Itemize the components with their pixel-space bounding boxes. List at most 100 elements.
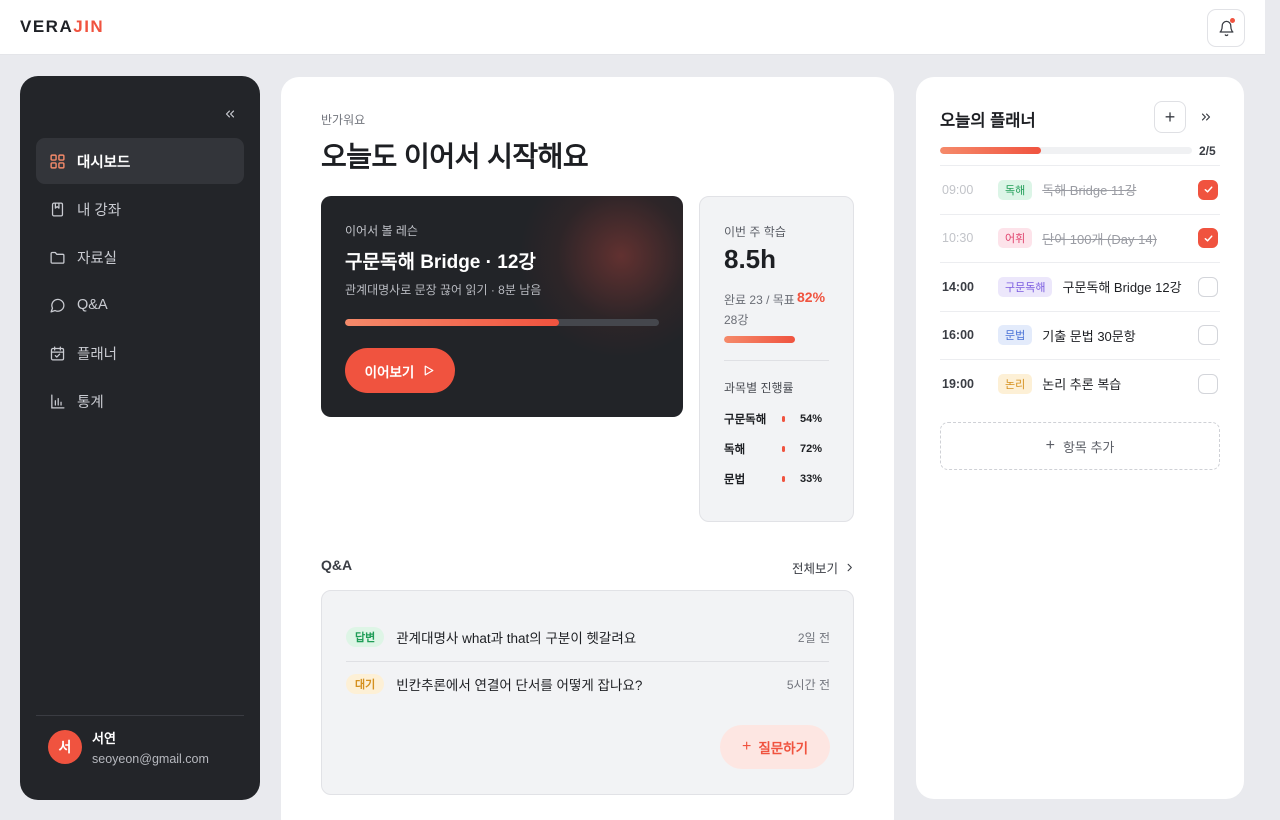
weekly-done-text: 완료 23 / 목표 28강 [724,293,795,327]
logo[interactable]: VERAJIN [20,17,104,37]
chevrons-right-icon [1201,113,1211,121]
collapse-sidebar-button[interactable] [222,106,238,122]
grid-icon [48,152,66,170]
sidebar-nav: 대시보드 내 강좌 자료실 Q&A 플래너 통계 [36,138,244,426]
sidebar-item-library[interactable]: 자료실 [36,234,244,280]
check-icon [1204,186,1212,193]
planner-time: 10:30 [942,231,974,246]
subject-row: 독해 72% [724,441,829,457]
subject-bar [782,446,785,452]
planner-item: 16:00 문법 기출 문법 30문항 [940,310,1220,360]
sidebar-item-planner[interactable]: 플래너 [36,330,244,376]
add-item-label: 항목 추가 [1062,439,1115,455]
subject-bar [782,416,785,422]
subject-row: 문법 33% [724,471,829,487]
planner-time: 19:00 [942,376,974,391]
sidebar-item-label: 플래너 [77,346,118,363]
subject-row: 구문독해 54% [724,411,829,427]
planner-item: 09:00 독해 독해 Bridge 11강 [940,165,1220,214]
profile-name: 서연 [92,731,116,746]
chat-bubble-icon [48,296,66,314]
user-profile[interactable]: 서 서연 seoyeon@gmail.com [48,728,209,766]
add-planner-item-button[interactable]: + 항목 추가 [940,422,1220,470]
calendar-check-icon [48,344,66,362]
subject-percent: 33% [800,473,823,485]
sidebar-item-my-courses[interactable]: 내 강좌 [36,186,244,232]
planner-checkbox[interactable] [1198,276,1218,297]
sidebar-item-stats[interactable]: 통계 [36,378,244,424]
qa-question: 관계대명사 what과 that의 구분이 헷갈려요 [396,631,637,646]
planner-checkbox[interactable] [1198,179,1218,200]
view-all-label: 전체보기 [792,562,839,576]
notification-dot [1230,18,1235,23]
planner-item: 19:00 논리 논리 추론 복습 [940,359,1220,408]
planner-list: 09:00 독해 독해 Bridge 11강 10:30 어휘 단어 100개 … [940,165,1220,408]
bar-chart-icon [48,392,66,410]
ask-question-button[interactable]: + 질문하기 [720,725,830,769]
planner-progress-bar [940,147,1192,154]
today-planner: 오늘의 플래너 + 2/5 09:00 독해 독해 Bridge 11강 10:… [916,77,1244,799]
qa-item[interactable]: 대기 빈칸추론에서 연결어 단서를 어떻게 잡나요? 5시간 전 [346,672,830,696]
plus-icon: + [741,738,752,755]
planner-tag: 독해 [998,179,1033,200]
sidebar-divider [36,715,244,716]
continue-watching-button[interactable]: 이어보기 [345,348,455,393]
subject-name: 문법 [724,474,746,486]
notification-button[interactable] [1207,9,1245,47]
sidebar-item-label: 통계 [77,394,104,411]
sidebar-item-dashboard[interactable]: 대시보드 [36,138,244,184]
bookmark-book-icon [48,200,66,218]
sidebar: 대시보드 내 강좌 자료실 Q&A 플래너 통계 서 서연 seoyeon@gm… [20,76,260,800]
sidebar-item-qa[interactable]: Q&A [36,282,244,328]
sidebar-item-label: 내 강좌 [77,202,122,219]
resume-lesson-card[interactable]: 이어서 볼 레슨 구문독해 Bridge · 12강 관계대명사로 문장 끊어 … [321,196,683,417]
status-badge: 답변 [346,627,385,647]
chevron-right-icon [844,562,855,573]
chevrons-left-icon [225,110,235,118]
weekly-progress-fill [724,336,795,343]
planner-checkbox[interactable] [1198,373,1218,394]
planner-time: 14:00 [942,279,974,294]
planner-tag: 논리 [998,373,1033,394]
subject-bar [782,476,785,482]
planner-text: 독해 Bridge 11강 [1042,183,1137,199]
weekly-hours: 8.5h [724,244,777,274]
sidebar-item-label: 자료실 [77,250,118,267]
planner-progress-count: 2/5 [1199,144,1216,158]
planner-expand-button[interactable] [1198,109,1214,125]
weekly-done-percent: 82% [797,289,826,305]
planner-progress-fill [940,147,1041,154]
folder-icon [48,248,66,266]
play-icon [422,364,435,377]
subject-name: 독해 [724,444,746,456]
check-icon [1204,235,1212,242]
greeting-subtitle: 반가워요 [321,113,366,127]
planner-time: 09:00 [942,182,974,197]
planner-text: 기출 문법 30문항 [1042,328,1136,344]
planner-checkbox[interactable] [1198,325,1218,346]
planner-title: 오늘의 플래너 [940,112,1036,130]
status-badge: 대기 [346,674,385,694]
subject-name: 구문독해 [724,414,767,426]
ask-button-label: 질문하기 [758,741,809,756]
continue-button-label: 이어보기 [364,364,415,380]
top-bar: VERAJIN [0,0,1265,55]
qa-view-all-link[interactable]: 전체보기 [792,558,855,577]
decorative-glow [521,196,683,356]
resume-label: 이어서 볼 레슨 [345,224,418,238]
planner-text: 단어 100개 (Day 14) [1042,231,1157,247]
resume-progress-fill [345,319,559,326]
resume-title: 구문독해 Bridge · 12강 [345,252,536,273]
planner-checkbox[interactable] [1198,228,1218,249]
main-content: 반가워요 오늘도 이어서 시작해요 이어서 볼 레슨 구문독해 Bridge ·… [281,77,894,820]
avatar: 서 [48,730,82,764]
qa-time: 5시간 전 [786,677,830,692]
planner-add-button[interactable]: + [1154,101,1186,133]
qa-item[interactable]: 답변 관계대명사 what과 that의 구분이 헷갈려요 2일 전 [346,625,830,649]
planner-tag: 구문독해 [998,276,1053,297]
weekly-progress-bar [724,336,810,343]
weekly-divider [724,360,829,361]
weekly-label: 이번 주 학습 [724,225,786,239]
planner-item: 10:30 어휘 단어 100개 (Day 14) [940,213,1220,263]
resume-subtitle: 관계대명사로 문장 끊어 읽기 · 8분 남음 [345,283,542,297]
